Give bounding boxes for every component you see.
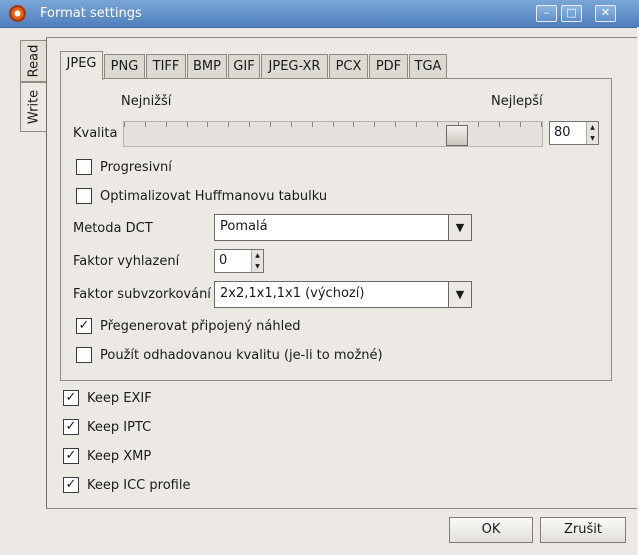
- checkmark-icon: ✓: [65, 390, 77, 405]
- arrow-down-icon[interactable]: ▼: [587, 133, 598, 144]
- keep-icc-checkbox[interactable]: ✓: [63, 477, 79, 493]
- smoothing-spin-arrows[interactable]: ▲ ▼: [251, 250, 263, 272]
- tab-write-label: Write: [26, 89, 42, 125]
- quality-slider-handle[interactable]: [446, 125, 468, 146]
- tab-gif[interactable]: GIF: [228, 54, 260, 79]
- chevron-down-icon[interactable]: ▼: [448, 282, 471, 307]
- smoothing-spinbox[interactable]: 0 ▲ ▼: [214, 249, 264, 273]
- keep-exif-checkbox[interactable]: ✓: [63, 390, 79, 406]
- checkmark-icon: ✓: [65, 448, 77, 463]
- arrow-up-icon[interactable]: ▲: [252, 250, 263, 261]
- regenerate-thumbnail-label: Přegenerovat připojený náhled: [100, 319, 301, 334]
- quality-min-label: Nejnižší: [121, 94, 172, 109]
- smoothing-value: 0: [219, 253, 228, 268]
- tab-pdf[interactable]: PDF: [369, 54, 408, 79]
- slider-ticks: [124, 122, 542, 127]
- subsampling-value: 2x2,1x1,1x1 (výchozí): [220, 286, 365, 301]
- tab-read-label: Read: [26, 44, 42, 78]
- regenerate-thumbnail-checkbox[interactable]: ✓: [76, 318, 92, 334]
- maximize-button[interactable]: □: [561, 5, 582, 22]
- keep-iptc-label: Keep IPTC: [87, 420, 152, 435]
- checkmark-icon: ✓: [65, 477, 77, 492]
- quality-spin-arrows[interactable]: ▲ ▼: [586, 122, 598, 144]
- tab-jpeg[interactable]: JPEG: [60, 51, 103, 80]
- tab-tiff[interactable]: TIFF: [146, 54, 186, 79]
- window-title: Format settings: [40, 6, 142, 21]
- keep-xmp-label: Keep XMP: [87, 449, 152, 464]
- app-icon: [9, 5, 26, 22]
- estimated-quality-checkbox[interactable]: [76, 347, 92, 363]
- huffman-label: Optimalizovat Huffmanovu tabulku: [100, 189, 328, 204]
- minimize-button[interactable]: –: [536, 5, 557, 22]
- keep-exif-label: Keep EXIF: [87, 391, 152, 406]
- quality-spinbox[interactable]: 80 ▲ ▼: [549, 121, 599, 145]
- ok-button[interactable]: OK: [449, 517, 533, 543]
- chevron-down-icon[interactable]: ▼: [448, 215, 471, 240]
- tab-jpeg-xr[interactable]: JPEG-XR: [261, 54, 328, 79]
- tab-write[interactable]: Write: [20, 82, 47, 132]
- tab-read[interactable]: Read: [20, 40, 47, 82]
- quality-slider[interactable]: [123, 121, 543, 147]
- keep-iptc-checkbox[interactable]: ✓: [63, 419, 79, 435]
- dct-select[interactable]: Pomalá ▼: [214, 214, 472, 241]
- keep-icc-label: Keep ICC profile: [87, 478, 191, 493]
- close-button[interactable]: ✕: [595, 5, 616, 22]
- estimated-quality-label: Použít odhadovanou kvalitu (je-li to mož…: [100, 348, 383, 363]
- checkmark-icon: ✓: [65, 419, 77, 434]
- huffman-checkbox[interactable]: [76, 188, 92, 204]
- tab-pcx[interactable]: PCX: [329, 54, 368, 79]
- dct-value: Pomalá: [220, 219, 268, 234]
- checkmark-icon: ✓: [78, 318, 90, 333]
- dct-label: Metoda DCT: [73, 221, 153, 236]
- cancel-button[interactable]: Zrušit: [540, 517, 626, 543]
- progressive-checkbox[interactable]: [76, 159, 92, 175]
- arrow-down-icon[interactable]: ▼: [252, 261, 263, 272]
- tab-bmp[interactable]: BMP: [187, 54, 227, 79]
- tab-png[interactable]: PNG: [104, 54, 145, 79]
- keep-xmp-checkbox[interactable]: ✓: [63, 448, 79, 464]
- tab-tga[interactable]: TGA: [409, 54, 447, 79]
- title-bar: Format settings – □ ✕: [0, 0, 639, 28]
- quality-value: 80: [554, 125, 571, 140]
- subsampling-select[interactable]: 2x2,1x1,1x1 (výchozí) ▼: [214, 281, 472, 308]
- quality-label: Kvalita: [73, 126, 118, 141]
- subsampling-label: Faktor subvzorkování: [73, 287, 211, 302]
- arrow-up-icon[interactable]: ▲: [587, 122, 598, 133]
- quality-max-label: Nejlepší: [491, 94, 543, 109]
- progressive-label: Progresivní: [100, 160, 172, 175]
- smoothing-label: Faktor vyhlazení: [73, 254, 180, 269]
